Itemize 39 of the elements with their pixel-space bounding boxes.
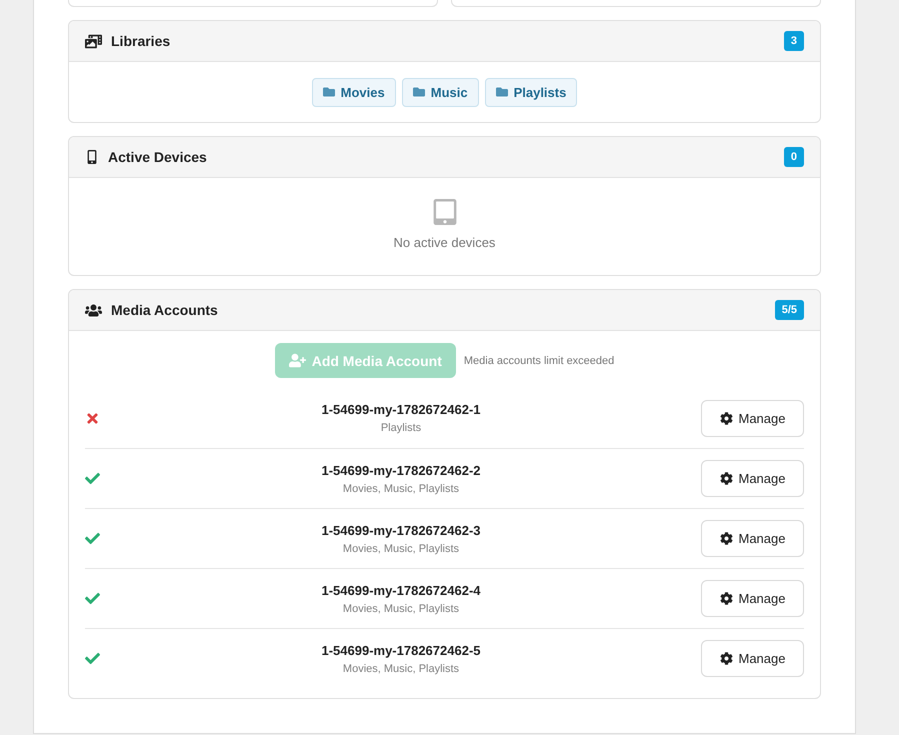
card-title: Libraries [111,33,172,49]
account-libraries: Movies, Music, Playlists [342,662,460,674]
account-libraries: Movies, Music, Playlists [342,542,460,554]
account-name: 1-54699-my-1782672462-1 [321,402,480,417]
account-libraries: Playlists [380,422,422,434]
count-badge: 0 [784,147,804,167]
count-badge: 3 [784,31,804,51]
limit-note: Media accounts limit exceeded [464,354,614,366]
settings-icon [720,592,732,605]
settings-icon [720,532,732,545]
card-title: Media Accounts [111,302,219,318]
account-name: 1-54699-my-1782672462-4 [321,582,480,598]
tablet-icon [432,199,458,225]
library-chip[interactable]: Playlists [484,78,578,106]
folder-icon [322,86,335,98]
settings-icon [720,472,732,485]
settings-icon [720,412,732,424]
library-chip[interactable]: Movies [312,78,396,106]
library-chip[interactable]: Music [402,78,479,106]
phone-icon [85,150,99,164]
empty-message: No active devices [394,235,496,250]
manage-button[interactable]: Manage [701,520,804,557]
account-libraries: Movies, Music, Playlists [342,482,460,494]
user-plus-icon [288,352,306,369]
count-badge: 5/5 [774,300,804,320]
manage-button[interactable]: Manage [701,400,804,436]
account-name: 1-54699-my-1782672462-2 [321,462,480,478]
users-icon [85,302,102,318]
manage-button[interactable]: Manage [701,580,804,617]
photo-video-icon [85,32,102,50]
folder-icon [412,86,425,98]
account-name: 1-54699-my-1782672462-3 [321,522,480,538]
folder-icon [496,86,508,98]
card-title: Active Devices [108,149,208,165]
manage-button[interactable]: Manage [701,460,804,497]
account-name: 1-54699-my-1782672462-5 [321,642,480,658]
manage-button[interactable]: Manage [701,640,804,677]
settings-icon [720,652,732,665]
account-libraries: Movies, Music, Playlists [342,602,460,614]
